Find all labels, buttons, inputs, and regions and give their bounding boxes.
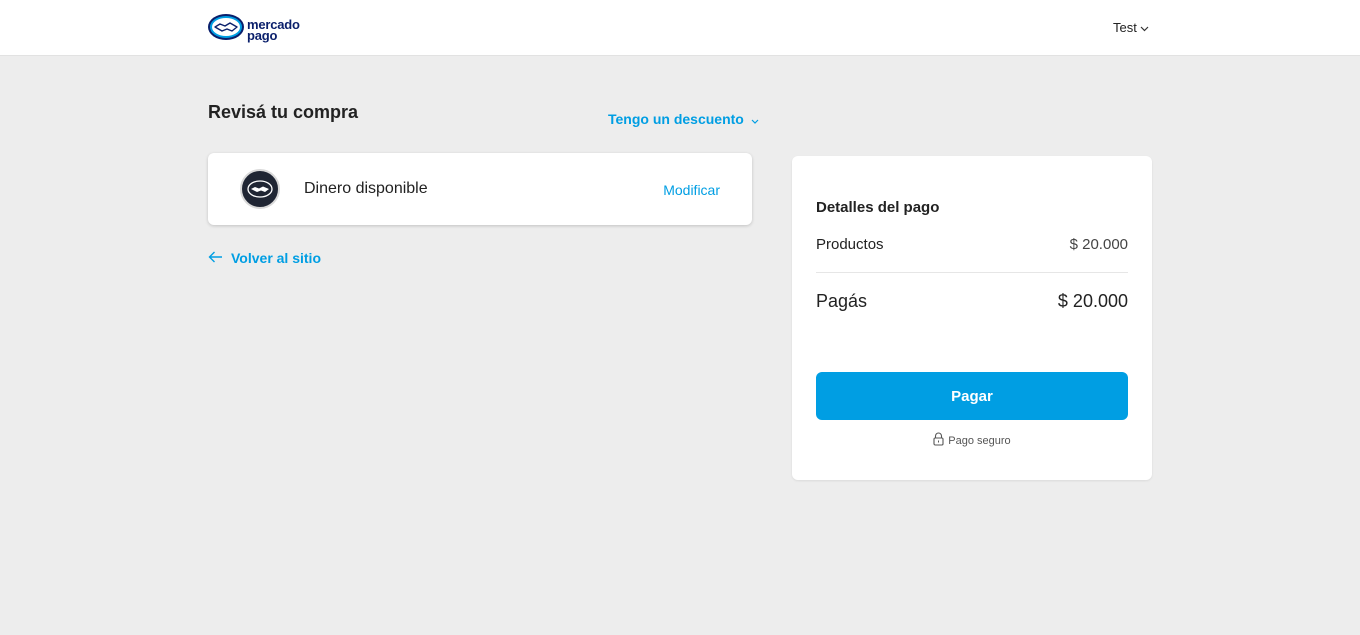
payment-method-card: Dinero disponible Modificar <box>208 153 752 225</box>
total-label: Pagás <box>816 291 868 311</box>
summary-divider <box>816 272 1128 273</box>
top-header: mercado pago Test <box>0 0 1360 56</box>
products-value: $ 20.000 <box>1069 236 1128 253</box>
handshake-icon <box>207 13 245 46</box>
mercado-pago-logo[interactable]: mercado pago <box>207 13 300 46</box>
products-label: Productos <box>816 236 884 253</box>
user-menu[interactable]: Test <box>1113 20 1149 35</box>
arrow-left-icon <box>208 250 231 266</box>
payment-method-label: Dinero disponible <box>304 180 428 197</box>
chevron-down-icon <box>744 111 759 127</box>
payment-summary-card: Detalles del pago Productos $ 20.000 Pag… <box>792 156 1152 480</box>
total-row: Pagás $ 20.000 <box>816 291 1128 312</box>
products-row: Productos $ 20.000 <box>816 236 1128 253</box>
discount-link[interactable]: Tengo un descuento <box>608 111 759 127</box>
handshake-icon <box>240 169 280 209</box>
modify-button[interactable]: Modificar <box>663 182 720 198</box>
pay-button[interactable]: Pagar <box>816 372 1128 420</box>
back-link-label: Volver al sitio <box>231 250 321 266</box>
back-to-site-link[interactable]: Volver al sitio <box>208 250 321 266</box>
discount-label: Tengo un descuento <box>608 111 744 127</box>
summary-title: Detalles del pago <box>816 199 940 216</box>
secure-payment-note: Pago seguro <box>792 432 1152 449</box>
lock-icon <box>933 432 948 449</box>
page-title: Revisá tu compra <box>208 102 359 122</box>
total-value: $ 20.000 <box>1057 291 1128 311</box>
secure-label: Pago seguro <box>948 434 1011 447</box>
user-name: Test <box>1113 20 1137 35</box>
logo-wordmark: mercado pago <box>247 18 300 42</box>
chevron-down-icon <box>1137 20 1149 35</box>
